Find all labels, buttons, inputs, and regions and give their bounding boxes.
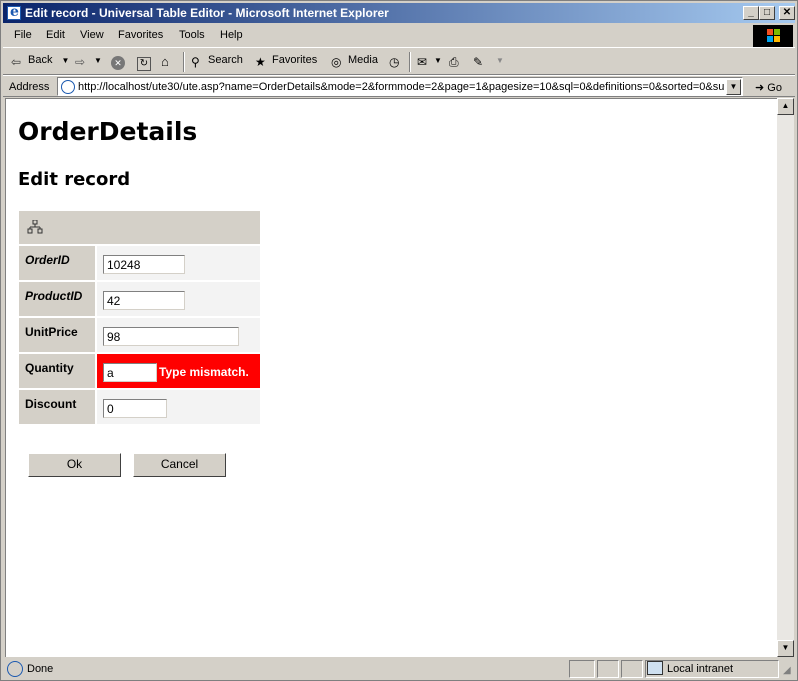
form-row-quantity: Quantity Type mismatch. [19, 354, 260, 388]
field-label: Discount [19, 390, 95, 424]
status-bar: Done Local intranet ◢ [3, 659, 795, 679]
edit-dropdown-icon[interactable]: ▼ [496, 56, 504, 65]
stop-button[interactable]: ✕ [111, 54, 128, 70]
mail-dropdown-icon[interactable]: ▼ [434, 56, 442, 65]
media-icon: ◎ [331, 55, 342, 69]
go-arrow-icon: ➜ [755, 82, 765, 94]
hierarchy-icon[interactable] [27, 220, 43, 234]
back-button[interactable]: ⇦ Back ▼ [11, 54, 69, 69]
status-pane [597, 660, 619, 678]
ok-button[interactable]: Ok [28, 453, 121, 477]
field-label: UnitPrice [19, 318, 95, 352]
home-button[interactable]: ⌂ [161, 54, 178, 69]
address-dropdown-icon[interactable]: ▼ [726, 79, 741, 95]
browser-window: Edit record - Universal Table Editor - M… [0, 0, 798, 681]
field-cell [97, 282, 260, 316]
address-input[interactable]: http://localhost/ute30/ute.asp?name=Orde… [57, 77, 743, 96]
productid-input[interactable] [103, 291, 185, 310]
intranet-icon [647, 661, 663, 675]
edit-icon: ✎ [473, 55, 484, 69]
mail-button[interactable]: ✉ ▼ [417, 54, 442, 69]
refresh-button[interactable]: ↻ [137, 54, 154, 71]
address-bar: Address http://localhost/ute30/ute.asp?n… [3, 75, 795, 97]
back-dropdown-icon[interactable]: ▼ [62, 56, 70, 65]
scroll-down-button[interactable]: ▼ [777, 640, 794, 657]
favorites-button[interactable]: ★ Favorites [255, 54, 317, 69]
unitprice-input[interactable] [103, 327, 239, 346]
page-status-icon [7, 661, 23, 677]
go-button[interactable]: ➜ Go [755, 81, 782, 94]
form-row-unitprice: UnitPrice [19, 318, 260, 352]
menu-edit[interactable]: Edit [46, 29, 65, 41]
print-icon: ⎙ [449, 55, 459, 69]
media-label: Media [348, 54, 378, 66]
forward-arrow-icon: ⇨ [75, 55, 86, 69]
back-label: Back [28, 54, 53, 66]
menu-file[interactable]: File [14, 29, 32, 41]
menu-view[interactable]: View [80, 29, 104, 41]
menu-bar: File Edit View Favorites Tools Help [3, 25, 795, 45]
scroll-up-button[interactable]: ▲ [777, 98, 794, 115]
cancel-button[interactable]: Cancel [133, 453, 226, 477]
home-icon: ⌂ [161, 54, 169, 69]
form-row-productid: ProductID [19, 282, 260, 316]
toolbar-separator [409, 52, 411, 72]
orderid-input[interactable] [103, 255, 185, 274]
toolbar-separator [183, 52, 185, 72]
back-arrow-icon: ⇦ [11, 55, 22, 69]
status-text: Done [27, 663, 54, 675]
toolbar: ⇦ Back ▼ ⇨ ▼ ✕ ↻ ⌂ ⚲ Search ★ Favorites ◎ Med… [3, 47, 795, 75]
discount-input[interactable] [103, 399, 167, 418]
resize-grip-icon[interactable]: ◢ [783, 665, 791, 676]
favorites-label: Favorites [272, 54, 318, 66]
page-icon [61, 80, 75, 94]
status-pane [621, 660, 643, 678]
page-title: OrderDetails [18, 117, 198, 146]
field-cell [97, 318, 260, 352]
maximize-button[interactable]: □ [759, 6, 775, 20]
print-button[interactable]: ⎙ [449, 54, 466, 69]
menu-tools[interactable]: Tools [179, 29, 205, 41]
ie-logo-icon [7, 4, 21, 20]
forward-dropdown-icon[interactable]: ▼ [94, 56, 102, 65]
refresh-icon: ↻ [137, 57, 151, 71]
quantity-input[interactable] [103, 363, 157, 382]
vertical-scrollbar[interactable]: ▲ ▼ [777, 98, 794, 657]
field-label: ProductID [19, 282, 95, 316]
window-title: Edit record - Universal Table Editor - M… [25, 6, 389, 20]
history-button[interactable]: ◷ [389, 54, 406, 69]
field-label: OrderID [19, 246, 95, 280]
favorites-icon: ★ [255, 55, 266, 69]
close-button[interactable]: ✕ [779, 6, 795, 20]
menu-favorites[interactable]: Favorites [118, 29, 163, 41]
form-row-orderid: OrderID [19, 246, 260, 280]
go-label: Go [767, 82, 782, 94]
media-button[interactable]: ◎ Media [331, 54, 378, 69]
edit-page-button[interactable]: ✎ ▼ [473, 54, 504, 69]
address-url: http://localhost/ute30/ute.asp?name=Orde… [78, 81, 725, 93]
page-content: OrderDetails Edit record OrderID Product… [5, 98, 777, 657]
search-button[interactable]: ⚲ Search [191, 54, 243, 69]
menu-help[interactable]: Help [220, 29, 243, 41]
mail-icon: ✉ [417, 55, 428, 69]
title-bar: Edit record - Universal Table Editor - M… [3, 3, 795, 23]
forward-button[interactable]: ⇨ ▼ [75, 54, 102, 69]
field-cell [97, 246, 260, 280]
search-label: Search [208, 54, 243, 66]
address-label: Address [9, 81, 50, 93]
status-pane [569, 660, 595, 678]
page-subtitle: Edit record [18, 169, 131, 190]
form-header [19, 211, 260, 244]
error-message: Type mismatch. [159, 365, 249, 379]
form-row-discount: Discount [19, 390, 260, 424]
field-cell [97, 390, 260, 424]
field-cell-error: Type mismatch. [97, 354, 260, 388]
field-label: Quantity [19, 354, 95, 388]
history-icon: ◷ [389, 55, 400, 69]
search-icon: ⚲ [191, 55, 200, 69]
minimize-button[interactable]: _ [743, 6, 759, 20]
stop-icon: ✕ [111, 56, 125, 70]
security-zone: Local intranet [667, 663, 734, 675]
windows-logo-icon [753, 25, 793, 47]
